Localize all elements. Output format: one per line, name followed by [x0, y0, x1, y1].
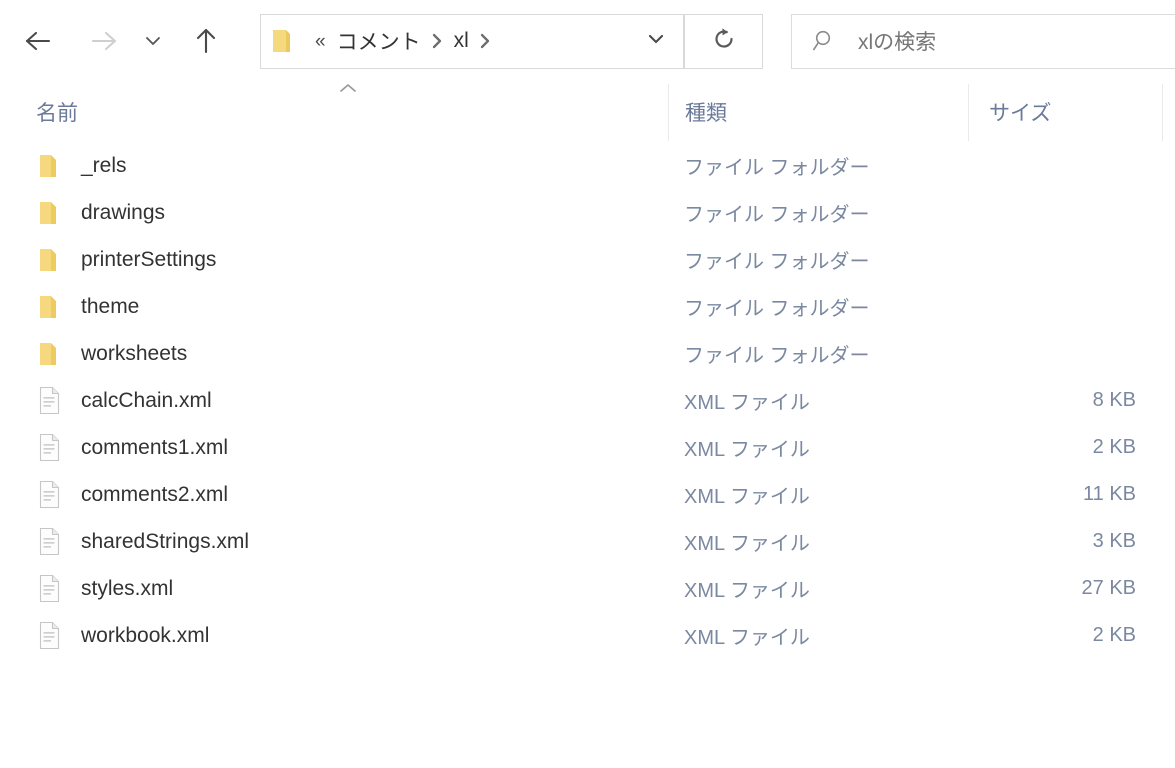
- xml-file-icon: [38, 433, 64, 463]
- row-size-cell: 27 KB: [1081, 577, 1136, 599]
- table-row[interactable]: workbook.xml XML ファイル 2 KB: [0, 612, 1175, 659]
- folder-icon: [38, 339, 64, 369]
- row-name-label: styles.xml: [81, 576, 174, 600]
- row-type-cell: XML ファイル: [684, 392, 810, 414]
- table-row[interactable]: comments2.xml XML ファイル 11 KB: [0, 471, 1175, 518]
- folder-icon: [38, 245, 64, 275]
- column-header-row: 名前 種類 サイズ: [0, 82, 1175, 142]
- column-header-size[interactable]: サイズ: [968, 83, 1163, 141]
- xml-file-icon: [38, 527, 64, 557]
- row-size-cell: 11 KB: [1083, 483, 1136, 505]
- navigation-toolbar: « コメント xl xlの検索: [0, 0, 1175, 82]
- table-row[interactable]: calcChain.xml XML ファイル 8 KB: [0, 377, 1175, 424]
- row-name-cell[interactable]: comments2.xml: [0, 480, 668, 510]
- row-type-cell: ファイル フォルダー: [684, 157, 870, 179]
- xml-file-icon: [38, 480, 64, 510]
- chevron-down-icon: [144, 35, 162, 47]
- row-size-cell: 3 KB: [1092, 530, 1136, 552]
- row-name-cell[interactable]: comments1.xml: [0, 433, 668, 463]
- row-name-cell[interactable]: printerSettings: [0, 245, 668, 275]
- row-name-label: _rels: [81, 153, 127, 177]
- row-type-cell: XML ファイル: [684, 439, 810, 461]
- row-name-label: sharedStrings.xml: [81, 529, 250, 553]
- column-header-name[interactable]: 名前: [0, 84, 668, 141]
- forward-arrow-icon: [89, 28, 119, 54]
- column-header-type-label: 種類: [685, 102, 727, 125]
- row-size-cell: 2 KB: [1092, 436, 1136, 458]
- row-name-label: worksheets: [81, 341, 188, 365]
- sort-ascending-icon: [336, 78, 360, 98]
- address-dropdown-button[interactable]: [628, 14, 684, 68]
- breadcrumb-item-xl[interactable]: xl: [452, 29, 471, 53]
- xml-file-icon: [38, 386, 64, 416]
- folder-icon: [38, 292, 64, 322]
- row-name-cell[interactable]: sharedStrings.xml: [0, 527, 668, 557]
- row-name-cell[interactable]: calcChain.xml: [0, 386, 668, 416]
- row-name-label: drawings: [81, 200, 166, 224]
- table-row[interactable]: drawings ファイル フォルダー: [0, 189, 1175, 236]
- row-type-cell: XML ファイル: [684, 486, 810, 508]
- row-name-cell[interactable]: worksheets: [0, 339, 668, 369]
- chevron-down-icon: [646, 32, 666, 50]
- refresh-button[interactable]: [685, 13, 763, 69]
- table-row[interactable]: _rels ファイル フォルダー: [0, 142, 1175, 189]
- row-type-cell: ファイル フォルダー: [684, 204, 870, 226]
- xml-file-icon: [38, 621, 64, 651]
- back-button[interactable]: [16, 19, 60, 63]
- row-name-label: calcChain.xml: [81, 388, 212, 412]
- row-name-cell[interactable]: drawings: [0, 198, 668, 228]
- breadcrumb-chevron-icon[interactable]: [423, 33, 452, 49]
- row-name-label: printerSettings: [81, 247, 217, 271]
- table-row[interactable]: printerSettings ファイル フォルダー: [0, 236, 1175, 283]
- search-input[interactable]: xlの検索: [858, 26, 936, 56]
- row-name-cell[interactable]: styles.xml: [0, 574, 668, 604]
- search-icon: [792, 28, 858, 54]
- breadcrumb-overflow[interactable]: «: [305, 32, 335, 51]
- column-header-size-label: サイズ: [989, 102, 1052, 125]
- breadcrumb-chevron-icon[interactable]: [471, 33, 500, 49]
- row-type-cell: ファイル フォルダー: [684, 345, 870, 367]
- address-folder-icon: [261, 28, 301, 54]
- column-header-type[interactable]: 種類: [668, 83, 968, 141]
- folder-icon: [38, 198, 64, 228]
- row-type-cell: XML ファイル: [684, 627, 810, 649]
- row-size-cell: 8 KB: [1092, 389, 1136, 411]
- up-button[interactable]: [184, 19, 228, 63]
- refresh-icon: [710, 25, 738, 58]
- row-name-label: comments1.xml: [81, 435, 229, 459]
- row-size-cell: 2 KB: [1092, 624, 1136, 646]
- column-header-name-label: 名前: [36, 102, 78, 125]
- row-name-cell[interactable]: theme: [0, 292, 668, 322]
- row-type-cell: XML ファイル: [684, 533, 810, 555]
- file-list[interactable]: _rels ファイル フォルダー drawings ファイル フォルダー printer…: [0, 142, 1175, 659]
- row-type-cell: ファイル フォルダー: [684, 298, 870, 320]
- row-name-cell[interactable]: workbook.xml: [0, 621, 668, 651]
- row-type-cell: ファイル フォルダー: [684, 251, 870, 273]
- recent-locations-button[interactable]: [140, 19, 166, 63]
- table-row[interactable]: worksheets ファイル フォルダー: [0, 330, 1175, 377]
- table-row[interactable]: styles.xml XML ファイル 27 KB: [0, 565, 1175, 612]
- address-bar[interactable]: « コメント xl: [260, 13, 685, 69]
- table-row[interactable]: theme ファイル フォルダー: [0, 283, 1175, 330]
- forward-button[interactable]: [82, 19, 126, 63]
- breadcrumb: « コメント xl: [301, 15, 628, 68]
- row-name-cell[interactable]: _rels: [0, 151, 668, 181]
- row-name-label: comments2.xml: [81, 482, 229, 506]
- up-arrow-icon: [193, 26, 219, 56]
- table-row[interactable]: sharedStrings.xml XML ファイル 3 KB: [0, 518, 1175, 565]
- row-name-label: theme: [81, 294, 140, 318]
- xml-file-icon: [38, 574, 64, 604]
- row-name-label: workbook.xml: [81, 623, 210, 647]
- table-row[interactable]: comments1.xml XML ファイル 2 KB: [0, 424, 1175, 471]
- folder-icon: [38, 151, 64, 181]
- back-arrow-icon: [23, 28, 53, 54]
- search-box[interactable]: xlの検索: [791, 13, 1175, 69]
- breadcrumb-item-comment[interactable]: コメント: [335, 26, 423, 56]
- row-type-cell: XML ファイル: [684, 580, 810, 602]
